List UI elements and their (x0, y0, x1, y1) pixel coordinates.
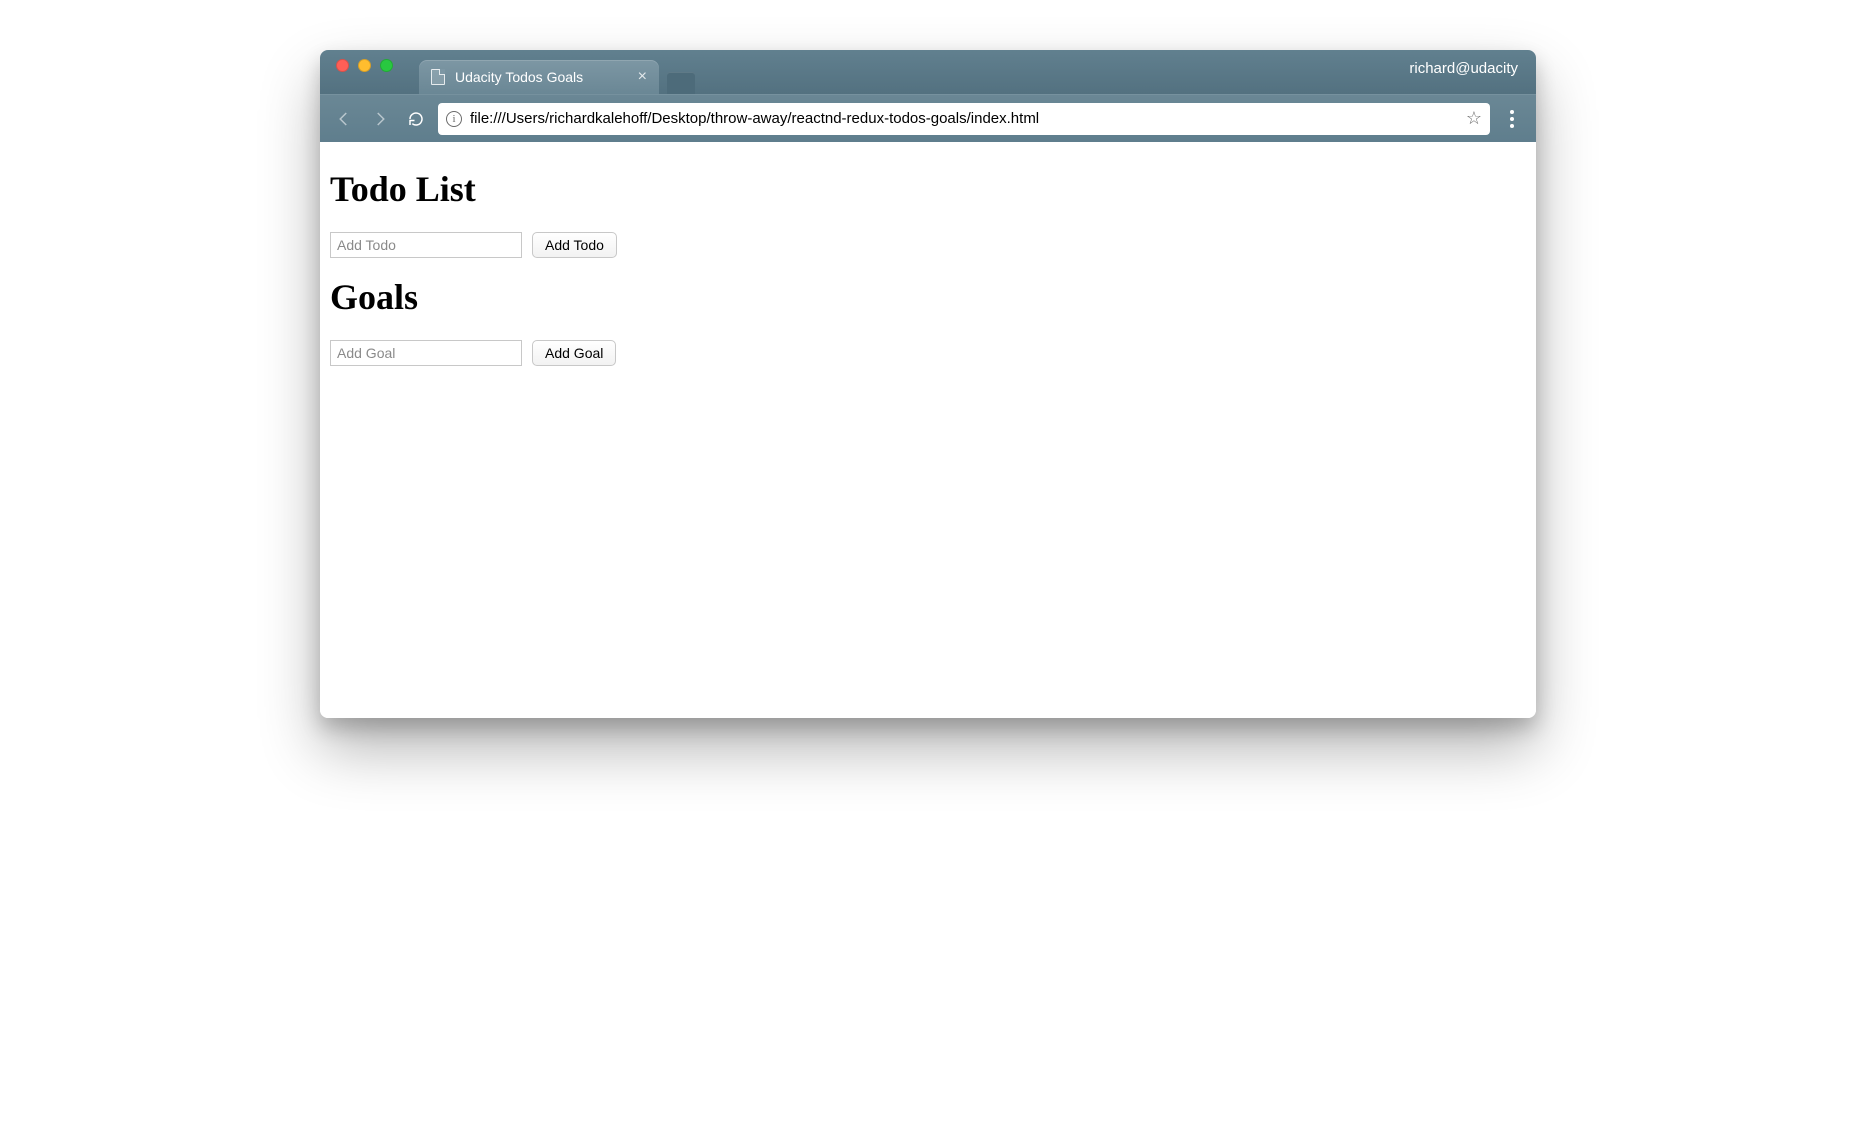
kebab-icon (1510, 110, 1514, 128)
browser-tab[interactable]: Udacity Todos Goals × (419, 60, 659, 94)
viewport: Udacity Todos Goals × richard@udacity i … (0, 0, 1856, 1128)
minimize-window-button[interactable] (358, 59, 371, 72)
page-content: Todo List Add Todo Goals Add Goal (320, 142, 1536, 718)
window-controls (332, 50, 393, 94)
todos-heading: Todo List (330, 168, 1526, 210)
toolbar: i file:///Users/richardkalehoff/Desktop/… (320, 94, 1536, 142)
arrow-right-icon (371, 110, 389, 128)
reload-icon (407, 110, 425, 128)
todos-form: Add Todo (330, 232, 1526, 258)
close-tab-icon[interactable]: × (638, 69, 647, 85)
profile-label[interactable]: richard@udacity (1409, 60, 1518, 77)
add-todo-button[interactable]: Add Todo (532, 232, 617, 258)
arrow-left-icon (335, 110, 353, 128)
goals-heading: Goals (330, 276, 1526, 318)
address-bar[interactable]: i file:///Users/richardkalehoff/Desktop/… (438, 103, 1490, 135)
goals-form: Add Goal (330, 340, 1526, 366)
new-tab-button[interactable] (667, 72, 695, 94)
forward-button[interactable] (366, 105, 394, 133)
maximize-window-button[interactable] (380, 59, 393, 72)
close-window-button[interactable] (336, 59, 349, 72)
back-button[interactable] (330, 105, 358, 133)
reload-button[interactable] (402, 105, 430, 133)
todo-input[interactable] (330, 232, 522, 258)
goal-input[interactable] (330, 340, 522, 366)
browser-menu-button[interactable] (1498, 105, 1526, 133)
url-text: file:///Users/richardkalehoff/Desktop/th… (470, 110, 1458, 127)
site-info-icon[interactable]: i (446, 111, 462, 127)
bookmark-star-icon[interactable]: ☆ (1466, 108, 1482, 129)
browser-window: Udacity Todos Goals × richard@udacity i … (320, 50, 1536, 718)
titlebar: Udacity Todos Goals × richard@udacity (320, 50, 1536, 94)
add-goal-button[interactable]: Add Goal (532, 340, 616, 366)
file-icon (431, 69, 445, 85)
tab-title: Udacity Todos Goals (455, 69, 583, 85)
